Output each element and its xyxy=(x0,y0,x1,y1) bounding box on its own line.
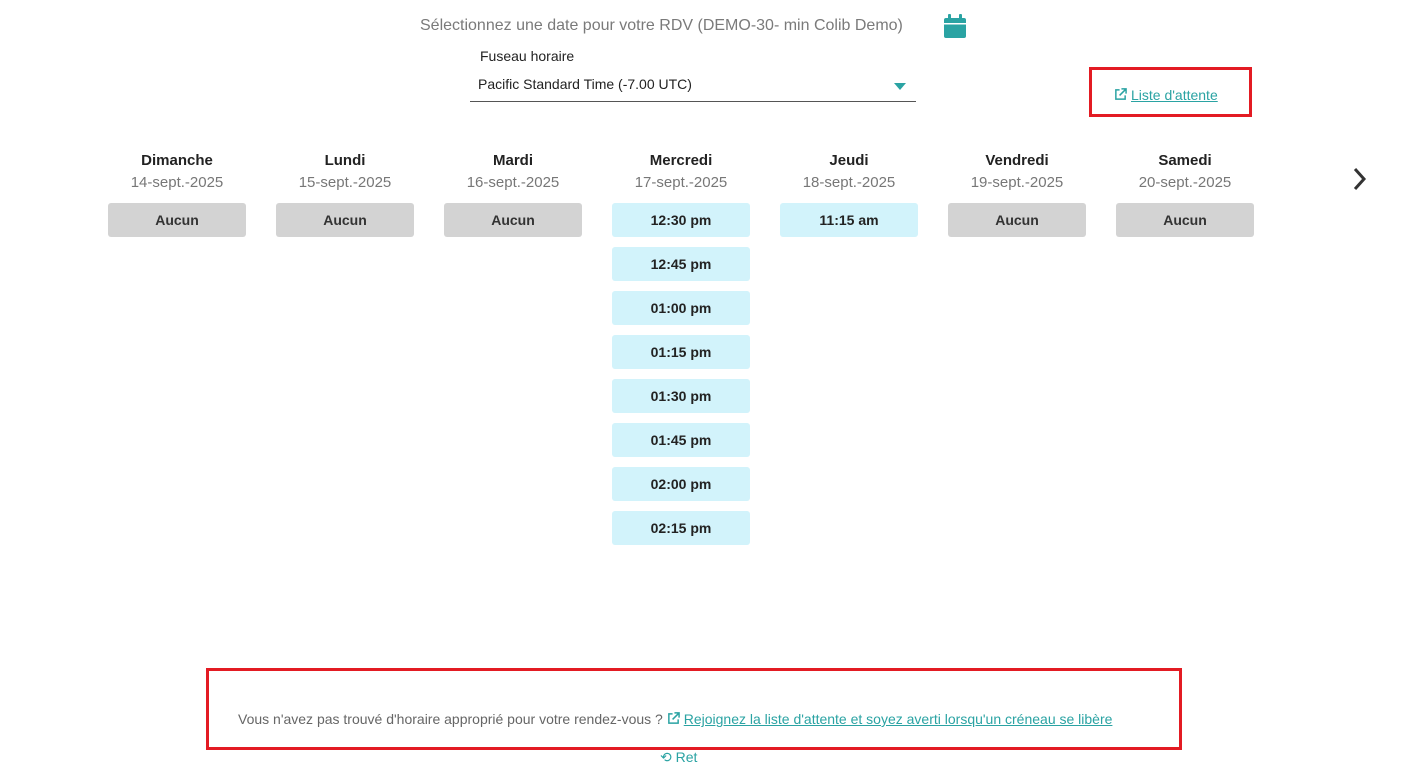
slot-list: Aucun xyxy=(1116,203,1254,237)
no-slot-label: Aucun xyxy=(948,203,1086,237)
waitlist-footer-box: Vous n'avez pas trouvé d'horaire appropr… xyxy=(206,668,1182,750)
time-slot-button[interactable]: 12:45 pm xyxy=(612,247,750,281)
no-slot-label: Aucun xyxy=(276,203,414,237)
time-slot-button[interactable]: 01:45 pm xyxy=(612,423,750,457)
timezone-value: Pacific Standard Time (-7.00 UTC) xyxy=(478,76,692,92)
day-date: 18-sept.-2025 xyxy=(802,174,896,191)
time-slot-button[interactable]: 12:30 pm xyxy=(612,203,750,237)
slot-list: Aucun xyxy=(948,203,1086,237)
back-icon: ⟲ xyxy=(660,749,676,765)
time-slot-button[interactable]: 01:00 pm xyxy=(612,291,750,325)
back-link[interactable]: ⟲ Ret xyxy=(660,749,697,766)
day-date: 14-sept.-2025 xyxy=(130,174,224,191)
day-name: Mercredi xyxy=(649,152,713,169)
no-slot-label: Aucun xyxy=(1116,203,1254,237)
day-column: Dimanche 14-sept.-2025 Aucun xyxy=(108,150,246,247)
day-column: Mercredi 17-sept.-2025 12:30 pm 12:45 pm 01:… xyxy=(612,150,750,555)
day-date: 17-sept.-2025 xyxy=(634,174,728,191)
chevron-down-icon xyxy=(894,83,906,90)
calendar-icon[interactable] xyxy=(944,14,966,38)
time-slot-button[interactable]: 11:15 am xyxy=(780,203,918,237)
waitlist-footer-text: Vous n'avez pas trouvé d'horaire appropr… xyxy=(238,711,663,727)
day-name: Lundi xyxy=(324,152,366,169)
day-column: Vendredi 19-sept.-2025 Aucun xyxy=(948,150,1086,247)
page-header: Sélectionnez une date pour votre RDV (DE… xyxy=(0,14,1411,42)
day-column: Jeudi 18-sept.-2025 11:15 am xyxy=(780,150,918,247)
day-column: Lundi 15-sept.-2025 Aucun xyxy=(276,150,414,247)
time-slot-button[interactable]: 02:15 pm xyxy=(612,511,750,545)
chevron-right-icon[interactable] xyxy=(1350,165,1370,193)
time-slot-button[interactable]: 01:15 pm xyxy=(612,335,750,369)
waitlist-join-label: Rejoignez la liste d'attente et soyez av… xyxy=(683,711,1113,727)
day-name: Jeudi xyxy=(829,152,869,169)
external-link-icon xyxy=(667,712,680,724)
no-slot-label: Aucun xyxy=(108,203,246,237)
no-slot-label: Aucun xyxy=(444,203,582,237)
day-name: Samedi xyxy=(1158,152,1212,169)
waitlist-join-link[interactable]: Rejoignez la liste d'attente et soyez av… xyxy=(667,711,1113,727)
waitlist-highlight-box: Liste d'attente xyxy=(1089,67,1252,117)
day-date: 20-sept.-2025 xyxy=(1138,174,1232,191)
day-name: Dimanche xyxy=(141,152,213,169)
day-column: Samedi 20-sept.-2025 Aucun xyxy=(1116,150,1254,247)
time-slot-button[interactable]: 02:00 pm xyxy=(612,467,750,501)
slot-list: Aucun xyxy=(444,203,582,237)
timezone-label: Fuseau horaire xyxy=(480,48,575,64)
day-column: Mardi 16-sept.-2025 Aucun xyxy=(444,150,582,247)
back-label: Ret xyxy=(675,749,698,765)
timezone-select[interactable]: Pacific Standard Time (-7.00 UTC) xyxy=(470,70,916,102)
waitlist-link[interactable]: Liste d'attente xyxy=(1114,87,1218,103)
waitlist-footer: Vous n'avez pas trouvé d'horaire appropr… xyxy=(238,711,1112,727)
slot-list: Aucun xyxy=(276,203,414,237)
day-date: 16-sept.-2025 xyxy=(466,174,560,191)
page-title: Sélectionnez une date pour votre RDV (DE… xyxy=(420,17,903,34)
slot-list: Aucun xyxy=(108,203,246,237)
day-date: 19-sept.-2025 xyxy=(970,174,1064,191)
day-date: 15-sept.-2025 xyxy=(298,174,392,191)
slot-list: 12:30 pm 12:45 pm 01:00 pm 01:15 pm 01:30 pm… xyxy=(612,203,750,545)
waitlist-link-label: Liste d'attente xyxy=(1131,87,1218,103)
day-name: Mardi xyxy=(492,152,533,169)
slot-list: 11:15 am xyxy=(780,203,918,237)
time-slot-button[interactable]: 01:30 pm xyxy=(612,379,750,413)
day-name: Vendredi xyxy=(985,152,1049,169)
external-link-icon xyxy=(1115,88,1127,100)
